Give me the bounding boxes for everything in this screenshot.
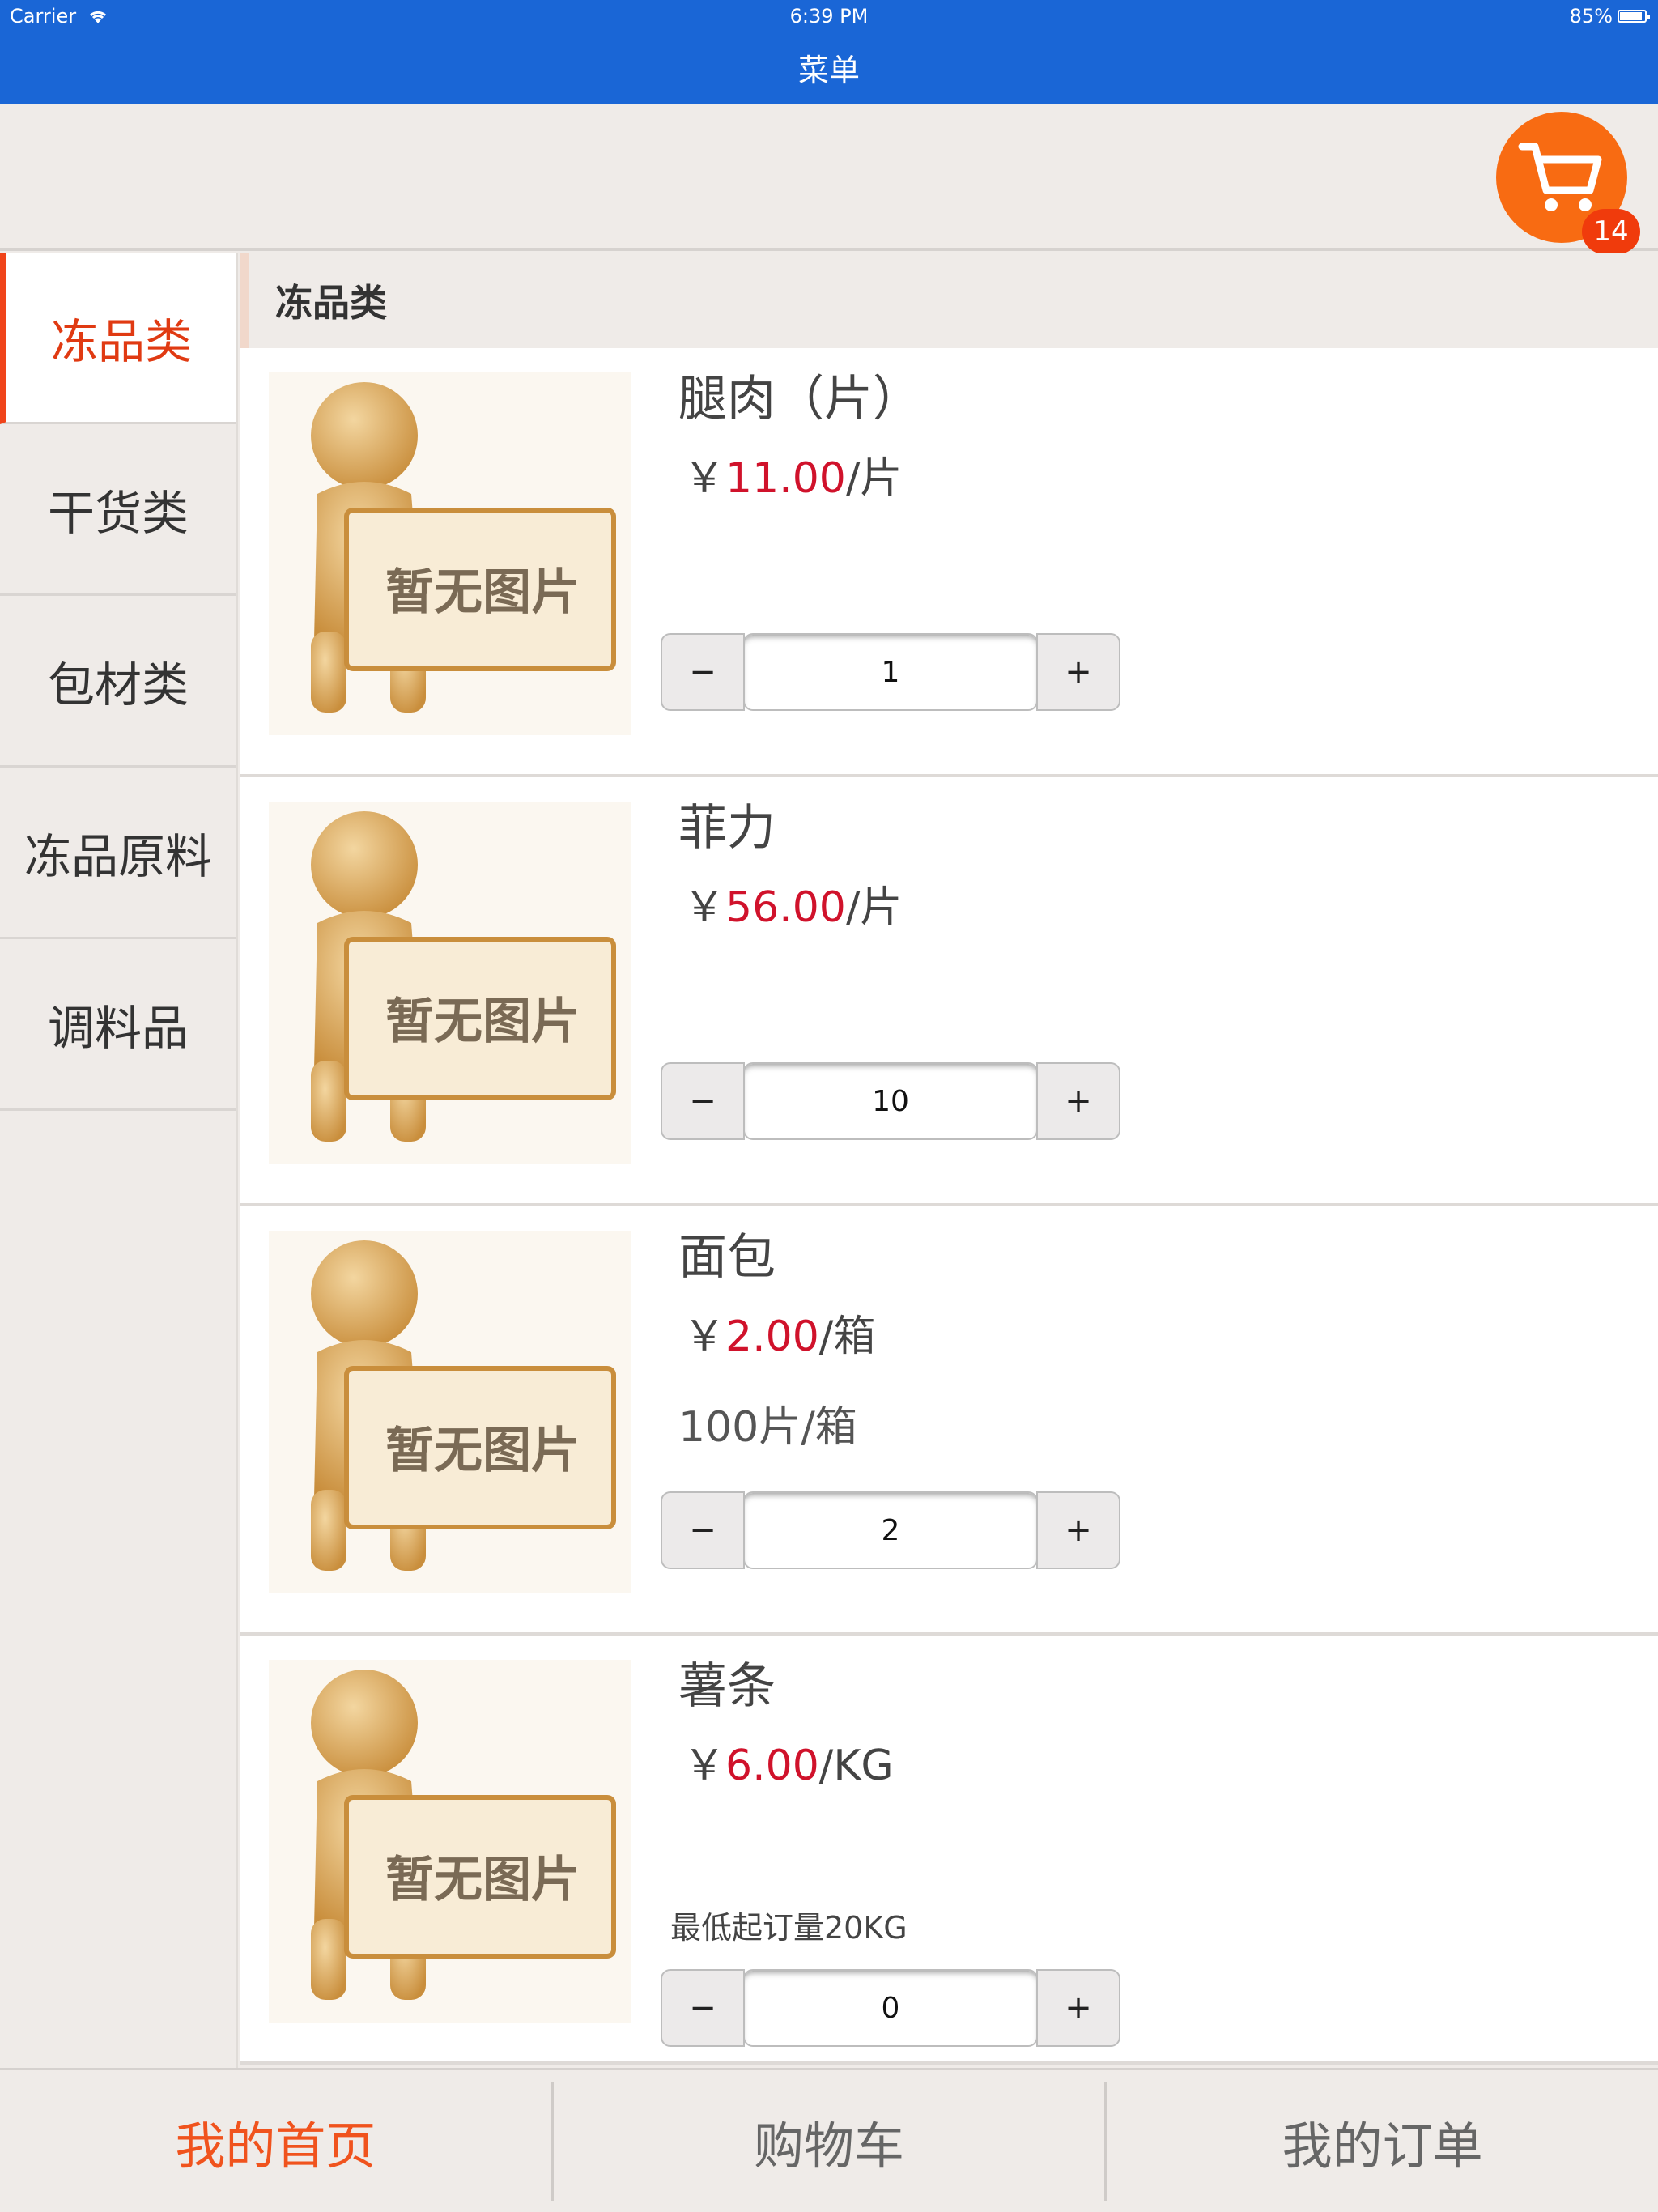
cart-count-badge: 14 (1582, 209, 1640, 254)
product-item: 暂无图片 面包 ￥2.00/箱 100片/箱 − 2 + (240, 1206, 1658, 1636)
product-name: 薯条 (678, 1658, 776, 1715)
bottom-tab-bar: 我的首页 购物车 我的订单 (0, 2068, 1658, 2212)
quantity-field[interactable]: 2 (743, 1491, 1038, 1569)
battery-indicator: 85% (1569, 5, 1650, 28)
top-bar: Carrier 6:39 PM 85% 菜单 (0, 0, 1658, 104)
quantity-stepper: − 2 + (661, 1491, 1124, 1569)
battery-icon (1618, 10, 1650, 23)
product-price: ￥56.00/片 (683, 883, 903, 932)
no-image-placeholder: 暂无图片 (269, 372, 631, 735)
placeholder-label: 暂无图片 (385, 993, 580, 1050)
tab-orders[interactable]: 我的订单 (1107, 2070, 1658, 2212)
decrease-button[interactable]: − (661, 1969, 745, 2047)
battery-percent: 85% (1569, 5, 1613, 28)
sidebar-item-dry-goods[interactable]: 干货类 (0, 424, 236, 596)
placeholder-label: 暂无图片 (385, 1423, 580, 1479)
no-image-placeholder: 暂无图片 (269, 802, 631, 1164)
product-item: 暂无图片 腿肉（片） ￥11.00/片 − 1 + (240, 348, 1658, 777)
decrease-button[interactable]: − (661, 1491, 745, 1569)
sidebar-item-frozen-raw[interactable]: 冻品原料 (0, 768, 236, 939)
sidebar-item-packaging[interactable]: 包材类 (0, 596, 236, 768)
no-image-placeholder: 暂无图片 (269, 1231, 631, 1593)
decrease-button[interactable]: − (661, 1062, 745, 1140)
product-name: 面包 (678, 1229, 776, 1286)
decrease-button[interactable]: − (661, 633, 745, 711)
status-bar: Carrier 6:39 PM 85% (0, 5, 1658, 34)
increase-button[interactable]: + (1036, 1969, 1120, 2047)
shopping-cart-icon (1518, 143, 1602, 211)
status-time: 6:39 PM (789, 5, 869, 28)
product-list: 冻品类 暂无图片 腿肉（片） ￥11.00/片 − 1 + 暂无图片 菲力 ￥5… (240, 253, 1658, 2068)
quantity-stepper: − 10 + (661, 1062, 1124, 1140)
placeholder-label: 暂无图片 (385, 1852, 580, 1908)
quantity-field[interactable]: 0 (743, 1969, 1038, 2047)
minimum-order-note: 最低起订量20KG (670, 1910, 908, 1946)
product-item: 暂无图片 菲力 ￥56.00/片 − 10 + (240, 777, 1658, 1206)
increase-button[interactable]: + (1036, 633, 1120, 711)
cart-area: 14 (0, 104, 1658, 254)
product-name: 腿肉（片） (678, 371, 921, 428)
sidebar-item-seasoning[interactable]: 调料品 (0, 939, 236, 1111)
no-image-placeholder: 暂无图片 (269, 1660, 631, 2023)
quantity-stepper: − 1 + (661, 633, 1124, 711)
increase-button[interactable]: + (1036, 1491, 1120, 1569)
quantity-field[interactable]: 10 (743, 1062, 1038, 1140)
page-title: 菜单 (797, 53, 860, 88)
category-sidebar: 冻品类 干货类 包材类 冻品原料 调料品 (0, 253, 238, 2068)
product-item: 暂无图片 薯条 ￥6.00/KG 最低起订量20KG − 0 + (240, 1636, 1658, 2065)
section-title: 冻品类 (240, 253, 1658, 348)
product-spec: 100片/箱 (678, 1403, 857, 1452)
product-price: ￥11.00/片 (683, 454, 903, 503)
quantity-field[interactable]: 1 (743, 633, 1038, 711)
placeholder-label: 暂无图片 (385, 564, 580, 621)
product-price: ￥2.00/箱 (683, 1312, 876, 1361)
product-price: ￥6.00/KG (683, 1742, 894, 1790)
sidebar-item-frozen[interactable]: 冻品类 (0, 253, 236, 424)
tab-cart[interactable]: 购物车 (554, 2070, 1105, 2212)
quantity-stepper: − 0 + (661, 1969, 1124, 2047)
tab-home[interactable]: 我的首页 (0, 2070, 551, 2212)
increase-button[interactable]: + (1036, 1062, 1120, 1140)
product-name: 菲力 (678, 800, 776, 857)
